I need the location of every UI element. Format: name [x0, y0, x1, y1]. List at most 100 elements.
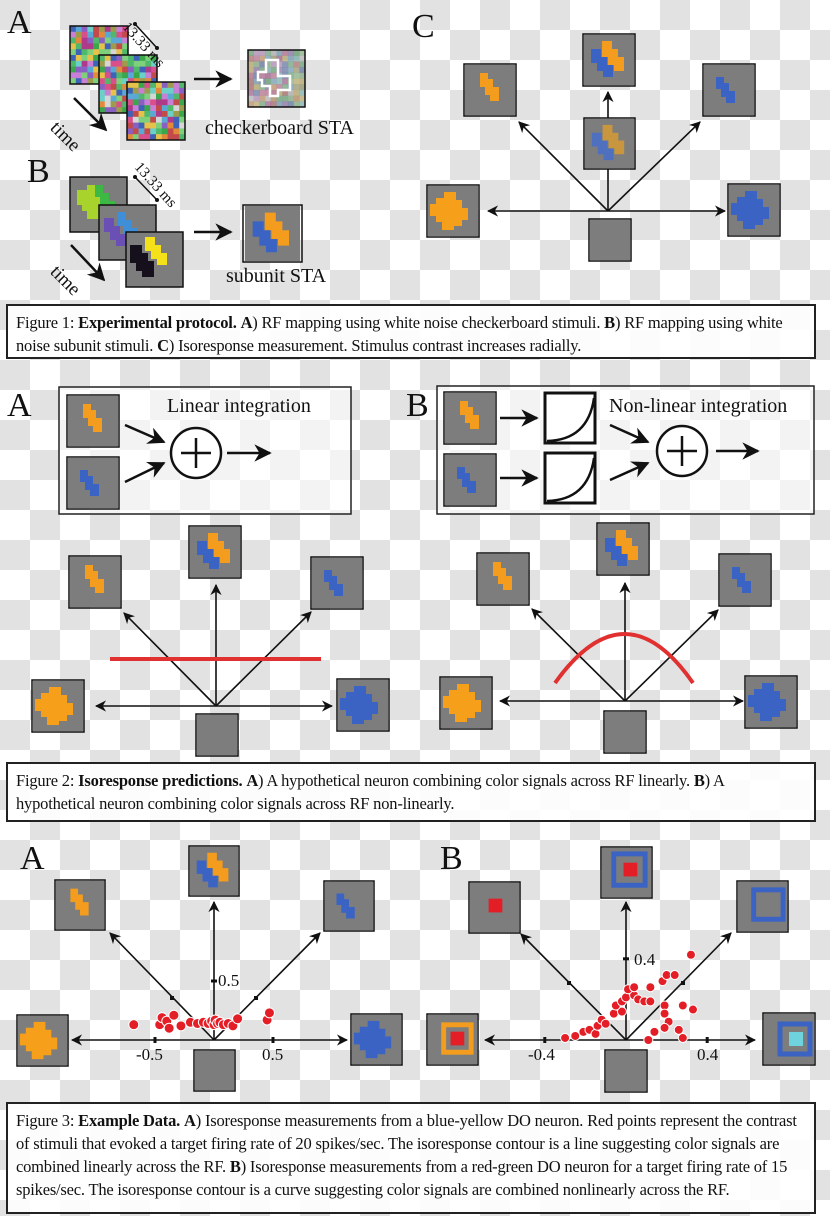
linear-integration-title: Linear integration — [167, 395, 311, 417]
x-tick-mark — [543, 1037, 547, 1043]
fig3b-radial-diagram — [426, 846, 816, 1093]
data-point — [645, 982, 656, 993]
patch-orange-high — [441, 678, 491, 728]
patch-orange — [465, 65, 515, 115]
y-tick-mark — [623, 957, 629, 961]
nonlinear-integration-title: Non-linear integration — [609, 395, 788, 417]
patch-blue-high — [729, 185, 779, 235]
patch-orange — [70, 557, 120, 607]
y-tick-mark — [211, 979, 217, 983]
caption-title: Isoresponse predictions. — [78, 771, 243, 790]
data-point — [685, 949, 696, 960]
caption-key: A — [246, 771, 259, 790]
fig2-panel-a-letter: A — [7, 387, 32, 424]
nonlinear-isoresponse-contour — [553, 632, 695, 685]
caption-text: ) Isoresponse measurement. Stimulus cont… — [168, 336, 582, 355]
patch-both — [190, 527, 240, 577]
patch-both — [190, 847, 238, 895]
patch-blue-high — [352, 1015, 401, 1064]
caption-key: A — [184, 1111, 196, 1130]
caption-prefix: Figure 3: — [16, 1111, 79, 1130]
fig3a-x-tick-neg: -0.5 — [136, 1045, 163, 1064]
fig3-panel-b-letter: B — [440, 840, 463, 877]
patch-background — [195, 1051, 234, 1090]
patch-background — [590, 220, 630, 260]
patch-background — [197, 715, 237, 755]
fig3a-scatter-points — [128, 1007, 275, 1034]
data-point — [175, 1020, 187, 1032]
patch-blue-ring — [738, 882, 787, 931]
fig3-panel-a-letter: A — [20, 840, 45, 877]
patch-orange-high — [33, 681, 83, 731]
figure1-caption: Figure 1: Experimental protocol. A) RF m… — [6, 304, 816, 359]
fig3b-scatter-points — [560, 949, 698, 1045]
caption-title: Experimental protocol. — [78, 313, 237, 332]
diag-tick-mark — [254, 996, 258, 1000]
diag-tick-mark — [567, 981, 571, 985]
patch-blue — [325, 882, 373, 930]
data-point — [643, 1035, 654, 1045]
fig3a-x-tick-pos: 0.5 — [262, 1045, 284, 1064]
figure3-caption: Figure 3: Example Data. A) Isoresponse m… — [6, 1102, 816, 1214]
patch-blue-high — [746, 677, 796, 727]
data-point — [677, 1032, 688, 1043]
data-point — [645, 996, 656, 1007]
fig2-panel-b-letter: B — [406, 387, 429, 424]
data-point — [163, 1022, 175, 1034]
patch-blue-high — [338, 680, 388, 730]
data-point — [590, 1028, 601, 1039]
patch-blue — [720, 555, 770, 605]
data-point — [659, 1022, 670, 1033]
patch-both — [584, 35, 634, 85]
fig3a-radial-diagram — [16, 845, 403, 1092]
data-point — [168, 1009, 180, 1021]
patch-orange — [478, 554, 528, 604]
patch-background — [606, 1051, 646, 1091]
fig3b-x-tick-pos: 0.4 — [697, 1045, 719, 1064]
fig3a-y-tick: 0.5 — [218, 971, 240, 990]
data-point — [128, 1019, 140, 1031]
caption-text: ) RF mapping using white noise checkerbo… — [252, 313, 605, 332]
checkerboard-sta — [247, 49, 306, 108]
data-point — [232, 1013, 244, 1025]
caption-text: ) A hypothetical neuron combining color … — [258, 771, 694, 790]
checkerboard-sta-label: checkerboard STA — [205, 117, 354, 139]
fig3b-x-tick-neg: -0.4 — [528, 1045, 555, 1064]
data-point — [677, 1000, 688, 1011]
figure-graphics — [16, 22, 816, 1093]
diag-tick-mark — [170, 996, 174, 1000]
data-point — [600, 1018, 611, 1029]
patch-orange-high — [18, 1016, 67, 1065]
patch-blue — [312, 558, 362, 608]
caption-title: Example Data. — [78, 1111, 181, 1130]
data-point — [570, 1030, 581, 1041]
diag-tick-mark — [681, 981, 685, 985]
fig3b-y-tick: 0.4 — [634, 950, 656, 969]
x-tick-mark — [705, 1037, 709, 1043]
checkerboard-frames — [69, 25, 186, 141]
patch-red-center — [470, 883, 519, 932]
data-point — [659, 1008, 670, 1019]
caption-prefix: Figure 2: — [16, 771, 79, 790]
caption-key: C — [157, 336, 169, 355]
caption-key: B — [693, 771, 705, 790]
patch-orange — [56, 881, 104, 929]
fig1c-radial-diagram — [426, 33, 781, 262]
data-point — [263, 1007, 275, 1019]
patch-ring-red — [602, 848, 651, 897]
caption-prefix: Figure 1: — [16, 313, 79, 332]
data-point — [669, 970, 680, 981]
data-point — [649, 1026, 660, 1037]
data-point — [673, 1024, 684, 1035]
caption-key: B — [229, 1157, 241, 1176]
patch-orange-ring-red — [428, 1015, 477, 1064]
subunit-sta-patch — [245, 206, 300, 261]
patch-blue-ring-cyan — [764, 1014, 814, 1064]
data-point — [687, 1004, 698, 1015]
subunit-sta-label: subunit STA — [226, 265, 327, 287]
patch-both — [598, 524, 648, 574]
fig2a-radial-diagram — [31, 525, 390, 757]
x-tick-mark — [271, 1037, 275, 1043]
patch-both-low-contrast — [585, 119, 634, 168]
figure2-caption: Figure 2: Isoresponse predictions. A) A … — [6, 762, 816, 822]
